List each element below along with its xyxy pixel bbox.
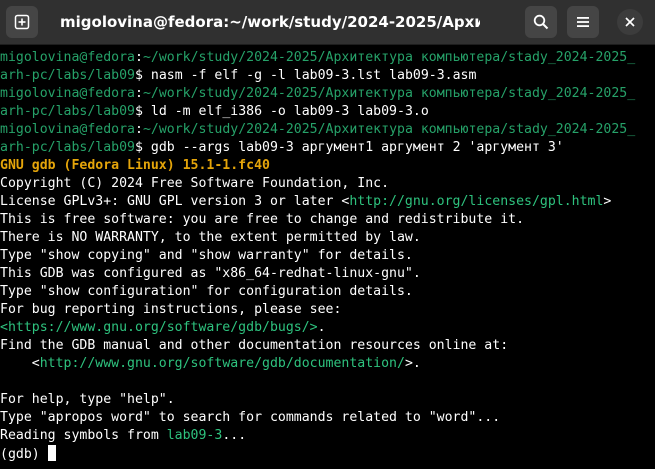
- output-line: Reading symbols from lab09-3...: [0, 428, 247, 443]
- close-icon: [625, 17, 635, 27]
- documentation-link[interactable]: http://www.gnu.org/software/gdb/document…: [40, 356, 405, 371]
- prompt-path: arh-pc/labs/lab09: [0, 104, 135, 119]
- prompt-path: arh-pc/labs/lab09: [0, 140, 135, 155]
- new-tab-icon: [14, 14, 30, 30]
- new-tab-button[interactable]: [6, 6, 38, 38]
- prompt-line: arh-pc/labs/lab09$ nasm -f elf -g -l lab…: [0, 68, 477, 83]
- prompt-path: ~/work/study/2024-2025/Архитектура компь…: [142, 50, 636, 65]
- close-button[interactable]: [617, 9, 643, 35]
- window-title: migolovina@fedora:~/work/study/2024-2025…: [60, 13, 480, 31]
- output-line: This is free software: you are free to c…: [0, 212, 525, 227]
- terminal-window: migolovina@fedora:~/work/study/2024-2025…: [0, 0, 655, 469]
- license-link[interactable]: http://gnu.org/licenses/gpl.html: [349, 194, 603, 209]
- prompt-path: ~/work/study/2024-2025/Архитектура компь…: [142, 86, 636, 101]
- prompt-line: migolovina@fedora:~/work/study/2024-2025…: [0, 50, 636, 65]
- prompt-path: ~/work/study/2024-2025/Архитектура компь…: [142, 122, 636, 137]
- prompt-line: arh-pc/labs/lab09$ ld -m elf_i386 -o lab…: [0, 104, 429, 119]
- prompt-user: migolovina@fedora: [0, 86, 135, 101]
- bugs-link[interactable]: <https://www.gnu.org/software/gdb/bugs/>: [0, 320, 318, 335]
- hamburger-menu-icon: [577, 17, 589, 27]
- output-line: Copyright (C) 2024 Free Software Foundat…: [0, 176, 390, 191]
- output-line: Find the GDB manual and other documentat…: [0, 338, 509, 353]
- gdb-version-header: GNU gdb (Fedora Linux) 15.1-1.fc40: [0, 158, 270, 173]
- output-line: Type "show configuration" for configurat…: [0, 284, 413, 299]
- output-line: <http://www.gnu.org/software/gdb/documen…: [0, 356, 421, 371]
- search-button[interactable]: [525, 6, 557, 38]
- terminal-output[interactable]: migolovina@fedora:~/work/study/2024-2025…: [0, 45, 655, 469]
- prompt-line: migolovina@fedora:~/work/study/2024-2025…: [0, 122, 636, 137]
- gdb-prompt-line[interactable]: (gdb): [0, 445, 655, 463]
- prompt-path: arh-pc/labs/lab09: [0, 68, 135, 83]
- prompt-line: arh-pc/labs/lab09$ gdb --args lab09-3 ар…: [0, 140, 564, 155]
- prompt-user: migolovina@fedora: [0, 50, 135, 65]
- command-text: gdb --args lab09-3 аргумент1 аргумент 2 …: [150, 140, 564, 155]
- output-line: License GPLv3+: GNU GPL version 3 or lat…: [0, 194, 612, 209]
- text-cursor: [47, 445, 56, 461]
- menu-button[interactable]: [567, 6, 599, 38]
- symbol-file-name: lab09-3: [166, 428, 223, 443]
- prompt-user: migolovina@fedora: [0, 122, 135, 137]
- output-line: For bug reporting instructions, please s…: [0, 302, 342, 317]
- command-text: ld -m elf_i386 -o lab09-3 lab09-3.o: [150, 104, 429, 119]
- output-line: Type "apropos word" to search for comman…: [0, 410, 501, 425]
- gdb-prompt: (gdb): [0, 447, 48, 462]
- output-line: Type "show copying" and "show warranty" …: [0, 248, 413, 263]
- search-icon: [533, 14, 549, 30]
- command-text: nasm -f elf -g -l lab09-3.lst lab09-3.as…: [150, 68, 477, 83]
- output-line: There is NO WARRANTY, to the extent perm…: [0, 230, 421, 245]
- output-line: This GDB was configured as "x86_64-redha…: [0, 266, 421, 281]
- prompt-line: migolovina@fedora:~/work/study/2024-2025…: [0, 86, 636, 101]
- title-bar: migolovina@fedora:~/work/study/2024-2025…: [0, 0, 655, 45]
- output-line: For help, type "help".: [0, 392, 175, 407]
- output-line: <https://www.gnu.org/software/gdb/bugs/>…: [0, 320, 326, 335]
